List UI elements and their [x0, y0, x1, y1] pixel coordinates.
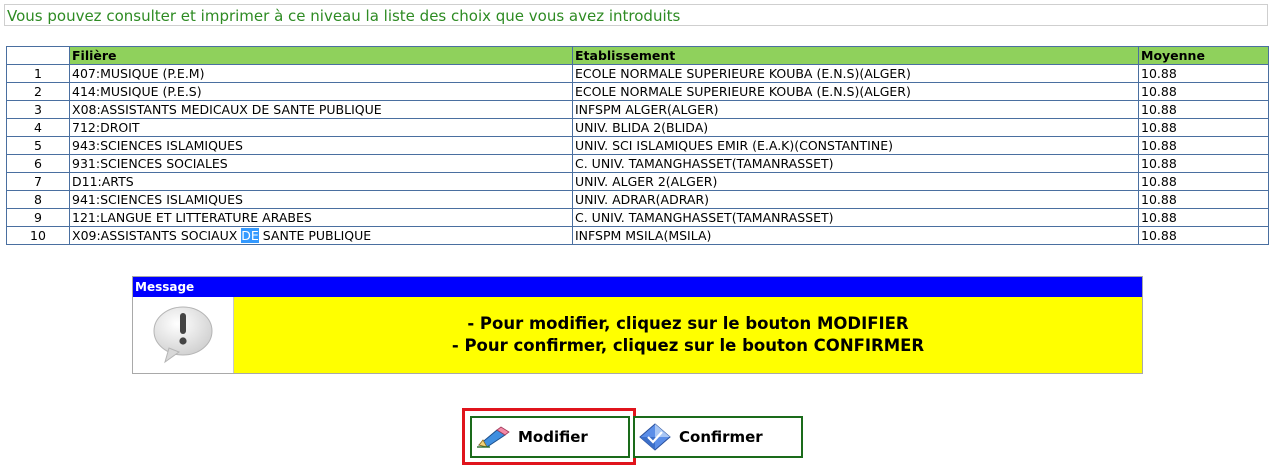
message-title: Message: [133, 277, 1142, 297]
row-moyenne: 10.88: [1138, 226, 1269, 245]
row-filiere: 407:MUSIQUE (P.E.M): [69, 64, 573, 83]
row-moyenne: 10.88: [1138, 118, 1269, 137]
message-panel: Message - Pour modifier, cliquez sur le …: [132, 276, 1143, 374]
table-row: 10 X09:ASSISTANTS SOCIAUX DE SANTE PUBLIQ…: [6, 226, 1269, 245]
row-number: 1: [6, 64, 70, 83]
row-number: 8: [6, 190, 70, 209]
row-moyenne: 10.88: [1138, 208, 1269, 227]
row-moyenne: 10.88: [1138, 82, 1269, 101]
row-etablissement: INFSPM ALGER(ALGER): [572, 100, 1139, 119]
row-etablissement: UNIV. ADRAR(ADRAR): [572, 190, 1139, 209]
modifier-button[interactable]: Modifier: [470, 416, 630, 458]
message-line-2: - Pour confirmer, cliquez sur le bouton …: [451, 336, 925, 355]
row-moyenne: 10.88: [1138, 100, 1269, 119]
row-filiere: X08:ASSISTANTS MEDICAUX DE SANTE PUBLIQU…: [69, 100, 573, 119]
row-filiere: D11:ARTS: [69, 172, 573, 191]
row-number: 7: [6, 172, 70, 191]
row-etablissement: ECOLE NORMALE SUPERIEURE KOUBA (E.N.S)(A…: [572, 64, 1139, 83]
header-moyenne: Moyenne: [1138, 46, 1269, 65]
table-body: 1 407:MUSIQUE (P.E.M) ECOLE NORMALE SUPERI…: [6, 64, 1269, 245]
choices-table: Filière Etablissement Moyenne 1 407:MUSIQ…: [6, 46, 1269, 245]
table-header-row: Filière Etablissement Moyenne: [6, 46, 1269, 65]
row-filiere: 712:DROIT: [69, 118, 573, 137]
table-row: 5 943:SCIENCES ISLAMIQUES UNIV. SCI ISLAMI…: [6, 136, 1269, 155]
selected-text: DE: [241, 228, 259, 243]
row-etablissement: ECOLE NORMALE SUPERIEURE KOUBA (E.N.S)(A…: [572, 82, 1139, 101]
row-number: 10: [6, 226, 70, 245]
row-etablissement: C. UNIV. TAMANGHASSET(TAMANRASSET): [572, 154, 1139, 173]
header-num: [6, 46, 70, 65]
row-etablissement: UNIV. SCI ISLAMIQUES EMIR (E.A.K)(CONSTA…: [572, 136, 1139, 155]
row-filiere: 121:LANGUE ET LITTERATURE ARABES: [69, 208, 573, 227]
header-etablissement: Etablissement: [572, 46, 1139, 65]
row-etablissement: UNIV. ALGER 2(ALGER): [572, 172, 1139, 191]
exclamation-bubble-icon: [153, 306, 213, 364]
message-line-1: - Pour modifier, cliquez sur le bouton M…: [467, 314, 909, 333]
filiere-text-after: SANTE PUBLIQUE: [258, 228, 372, 243]
row-number: 4: [6, 118, 70, 137]
row-moyenne: 10.88: [1138, 172, 1269, 191]
row-number: 5: [6, 136, 70, 155]
row-filiere: 414:MUSIQUE (P.E.S): [69, 82, 573, 101]
confirmer-button[interactable]: Confirmer: [633, 416, 803, 458]
row-moyenne: 10.88: [1138, 190, 1269, 209]
table-row: 6 931:SCIENCES SOCIALES C. UNIV. TAMANGHAS…: [6, 154, 1269, 173]
diamond-check-icon: [639, 423, 671, 451]
row-filiere: 931:SCIENCES SOCIALES: [69, 154, 573, 173]
confirmer-button-label: Confirmer: [679, 428, 763, 446]
row-filiere: 941:SCIENCES ISLAMIQUES: [69, 190, 573, 209]
row-number: 6: [6, 154, 70, 173]
table-row: 1 407:MUSIQUE (P.E.M) ECOLE NORMALE SUPERI…: [6, 64, 1269, 83]
table-row: 2 414:MUSIQUE (P.E.S) ECOLE NORMALE SUPERI…: [6, 82, 1269, 101]
table-row: 8 941:SCIENCES ISLAMIQUES UNIV. ADRAR(ADRA…: [6, 190, 1269, 209]
header-filiere: Filière: [69, 46, 573, 65]
row-moyenne: 10.88: [1138, 136, 1269, 155]
row-etablissement: C. UNIV. TAMANGHASSET(TAMANRASSET): [572, 208, 1139, 227]
row-filiere: X09:ASSISTANTS SOCIAUX DE SANTE PUBLIQUE: [69, 226, 573, 245]
row-etablissement: UNIV. BLIDA 2(BLIDA): [572, 118, 1139, 137]
message-icon-cell: [133, 297, 234, 373]
row-moyenne: 10.88: [1138, 154, 1269, 173]
table-row: 4 712:DROIT UNIV. BLIDA 2(BLIDA) 10.88: [6, 118, 1269, 137]
table-row: 7 D11:ARTS UNIV. ALGER 2(ALGER) 10.88: [6, 172, 1269, 191]
info-text: Vous pouvez consulter et imprimer à ce n…: [7, 7, 681, 25]
row-number: 2: [6, 82, 70, 101]
message-text: - Pour modifier, cliquez sur le bouton M…: [234, 297, 1142, 373]
modifier-button-label: Modifier: [518, 428, 588, 446]
row-number: 3: [6, 100, 70, 119]
filiere-text-before: X09:ASSISTANTS SOCIAUX: [72, 228, 242, 243]
info-banner: Vous pouvez consulter et imprimer à ce n…: [4, 4, 1268, 26]
row-etablissement: INFSPM MSILA(MSILA): [572, 226, 1139, 245]
row-number: 9: [6, 208, 70, 227]
pencil-eraser-icon: [477, 426, 510, 448]
row-filiere: 943:SCIENCES ISLAMIQUES: [69, 136, 573, 155]
table-row: 3 X08:ASSISTANTS MEDICAUX DE SANTE PUBLIQ…: [6, 100, 1269, 119]
table-row: 9 121:LANGUE ET LITTERATURE ARABES C. UNIV…: [6, 208, 1269, 227]
row-moyenne: 10.88: [1138, 64, 1269, 83]
